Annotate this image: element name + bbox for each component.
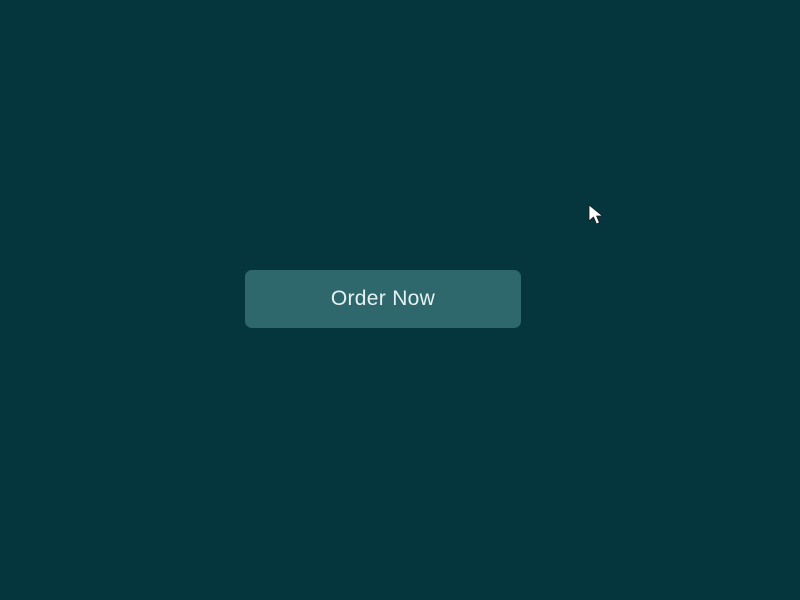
mouse-pointer-icon (588, 204, 603, 225)
page-canvas: Order Now (0, 0, 800, 600)
order-now-button[interactable]: Order Now (245, 270, 521, 328)
